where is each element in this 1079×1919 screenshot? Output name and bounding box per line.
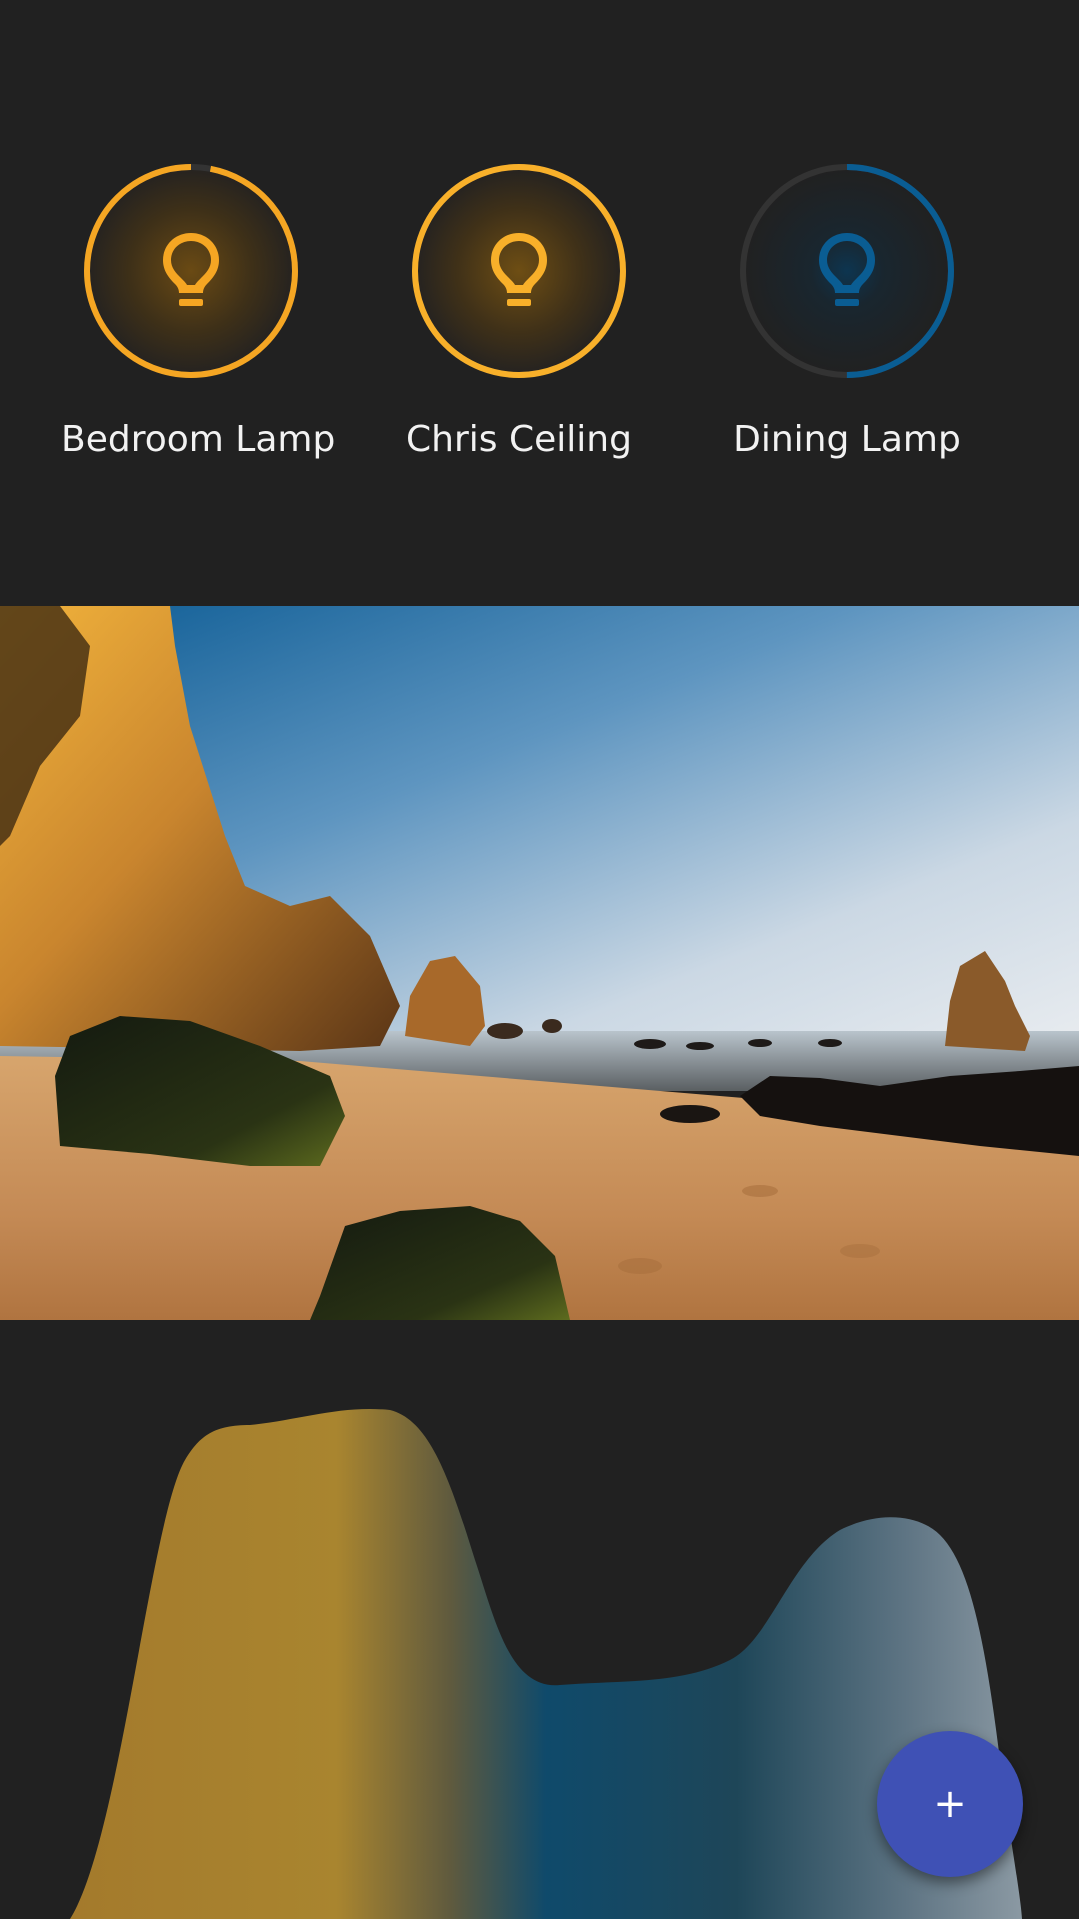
scene-photo: [0, 606, 1079, 1320]
lamp-chris-ceiling-dial[interactable]: [406, 158, 632, 384]
lamp-chris-ceiling[interactable]: Chris Ceiling: [389, 158, 649, 462]
lamp-label: Bedroom Lamp: [61, 419, 336, 460]
app-screen: Bedroom Lamp Chris Ceiling Dining Lamp +: [0, 0, 1079, 1919]
plus-icon: +: [933, 1781, 967, 1827]
lightbulb-icon: [491, 233, 547, 306]
beach-image: [0, 606, 1079, 1320]
lamp-bedroom-lamp-dial[interactable]: [78, 158, 304, 384]
lightbulb-icon: [819, 233, 875, 306]
lamp-label: Dining Lamp: [733, 419, 961, 460]
lamp-list: Bedroom Lamp Chris Ceiling Dining Lamp: [0, 0, 1079, 606]
lamp-label: Chris Ceiling: [406, 419, 632, 460]
lamp-bedroom-lamp[interactable]: Bedroom Lamp: [61, 158, 336, 462]
lamp-dining-lamp-dial[interactable]: [734, 158, 960, 384]
add-button[interactable]: +: [877, 1731, 1023, 1877]
lamp-dining-lamp[interactable]: Dining Lamp: [717, 158, 977, 462]
lightbulb-icon: [163, 233, 219, 306]
